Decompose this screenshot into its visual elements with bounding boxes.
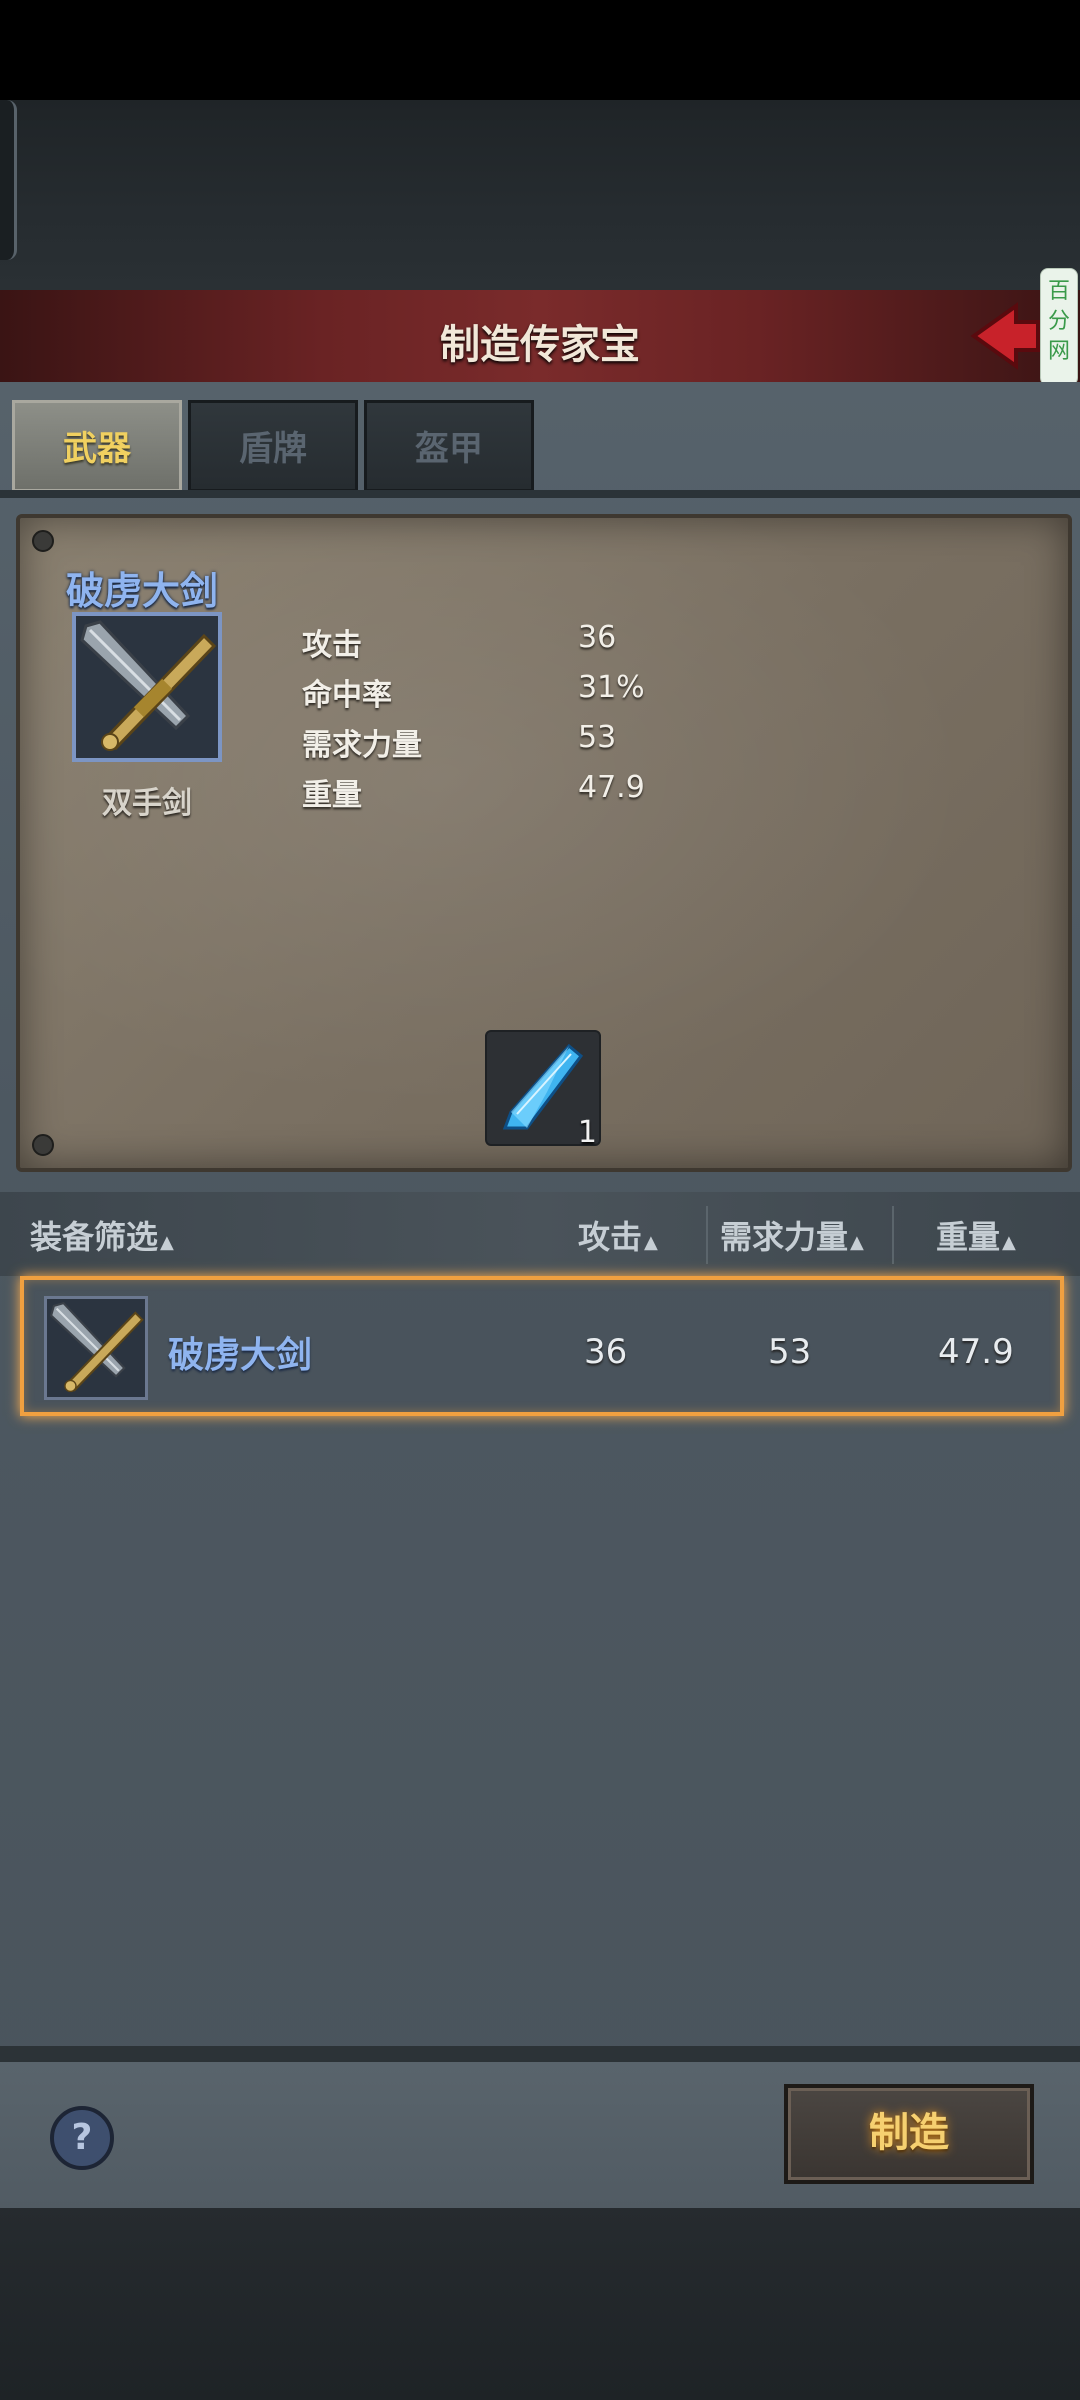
header-divider <box>892 1206 894 1264</box>
help-button[interactable]: ? <box>50 2106 114 2170</box>
item-icon <box>72 612 222 762</box>
list-item[interactable]: 破虏大剑 36 53 47.9 <box>20 1276 1064 1416</box>
stat-row-attack: 攻击 36 <box>302 620 802 668</box>
attack-sort-header[interactable]: 攻击 ▲ <box>578 1212 658 1258</box>
material-slot[interactable]: 1 <box>485 1030 601 1150</box>
stat-row-accuracy: 命中率 31% <box>302 670 802 718</box>
sort-arrow-icon: ▲ <box>850 1232 864 1253</box>
strength-sort-header[interactable]: 需求力量 ▲ <box>720 1212 864 1258</box>
sort-arrow-icon: ▲ <box>160 1232 174 1253</box>
stat-label: 攻击 <box>302 628 362 663</box>
strength-header-label: 需求力量 <box>720 1218 849 1256</box>
stat-value: 47.9 <box>578 770 645 805</box>
attack-header-label: 攻击 <box>578 1218 643 1256</box>
side-badge[interactable]: 百分网 <box>1040 268 1078 386</box>
filter-header[interactable]: 装备筛选 ▲ <box>30 1212 174 1258</box>
left-edge-handle <box>0 100 17 260</box>
row-weight: 47.9 <box>938 1332 1014 1372</box>
sort-arrow-icon: ▲ <box>1002 1232 1016 1253</box>
tab-weapon[interactable]: 武器 <box>12 400 182 492</box>
back-arrow-icon[interactable] <box>970 300 1040 372</box>
tab-armor[interactable]: 盔甲 <box>364 400 534 492</box>
row-strength: 53 <box>768 1332 812 1372</box>
make-button[interactable]: 制造 <box>784 2084 1034 2184</box>
stat-value: 36 <box>578 620 617 655</box>
filter-header-label: 装备筛选 <box>30 1218 159 1256</box>
rivet-icon <box>32 1134 54 1156</box>
page-title: 制造传家宝 <box>440 322 640 368</box>
item-name: 破虏大剑 <box>66 569 219 613</box>
status-bar-area <box>0 0 1080 100</box>
upper-backdrop <box>0 100 1080 290</box>
row-attack: 36 <box>584 1332 628 1372</box>
bottom-backdrop <box>0 2208 1080 2400</box>
stat-value: 31% <box>578 670 645 705</box>
stat-label: 重量 <box>302 778 362 813</box>
footer-divider <box>0 2046 1080 2062</box>
stat-value: 53 <box>578 720 617 755</box>
footer-bar: ? 制造 <box>0 2062 1080 2208</box>
header-divider <box>706 1206 708 1264</box>
row-item-name: 破虏大剑 <box>168 1335 313 1376</box>
item-detail-panel: 破虏大剑 双手剑 攻击 36 命中率 31% 需求力量 53 重量 47.9 1 <box>16 514 1072 1172</box>
equipment-list-header: 装备筛选 ▲ 攻击 ▲ 需求力量 ▲ 重量 ▲ <box>0 1192 1080 1276</box>
stat-row-strength: 需求力量 53 <box>302 720 802 768</box>
rivet-icon <box>32 530 54 552</box>
weight-sort-header[interactable]: 重量 ▲ <box>936 1212 1016 1258</box>
stat-row-weight: 重量 47.9 <box>302 770 802 818</box>
title-bar: 制造传家宝 <box>0 290 1080 386</box>
sort-arrow-icon: ▲ <box>644 1232 658 1253</box>
row-item-icon <box>44 1296 148 1400</box>
weight-header-label: 重量 <box>936 1218 1001 1256</box>
greatsword-icon <box>80 620 217 751</box>
material-count: 1 <box>577 1115 597 1150</box>
tab-underline <box>0 490 1080 498</box>
stat-label: 需求力量 <box>302 728 422 763</box>
stat-label: 命中率 <box>302 678 392 713</box>
tab-shield[interactable]: 盾牌 <box>188 400 358 492</box>
greatsword-icon <box>49 1301 144 1393</box>
item-type: 双手剑 <box>102 786 192 821</box>
